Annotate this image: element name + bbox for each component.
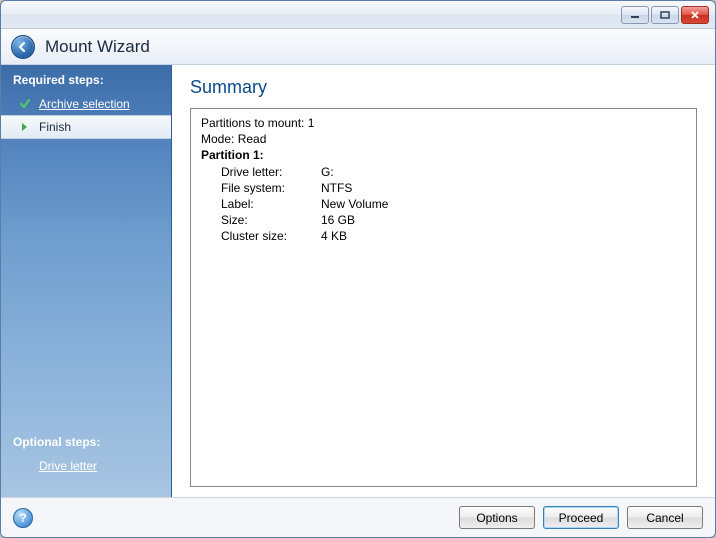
footer: ? Options Proceed Cancel — [1, 497, 715, 537]
step-drive-letter[interactable]: Drive letter — [1, 455, 171, 477]
maximize-button[interactable] — [651, 6, 679, 24]
summary-row: Label:New Volume — [201, 196, 686, 212]
step-label: Archive selection — [39, 97, 130, 111]
back-button[interactable] — [11, 35, 35, 59]
summary-row: Size:16 GB — [201, 212, 686, 228]
arrow-left-icon — [16, 40, 30, 54]
minimize-button[interactable] — [621, 6, 649, 24]
cancel-button[interactable]: Cancel — [627, 506, 703, 529]
proceed-button[interactable]: Proceed — [543, 506, 619, 529]
summary-row: Drive letter:G: — [201, 164, 686, 180]
summary-row: Cluster size:4 KB — [201, 228, 686, 244]
sidebar: Required steps: Archive selection Finish… — [1, 65, 172, 497]
wizard-window: Mount Wizard Required steps: Archive sel… — [0, 0, 716, 538]
header: Mount Wizard — [1, 29, 715, 65]
arrow-right-icon — [19, 121, 31, 133]
step-finish[interactable]: Finish — [1, 115, 171, 139]
titlebar — [1, 1, 715, 29]
required-steps-heading: Required steps: — [1, 65, 171, 93]
spacer-icon — [19, 460, 31, 472]
help-icon: ? — [19, 511, 26, 525]
summary-row: File system:NTFS — [201, 180, 686, 196]
summary-line: Mode: Read — [201, 131, 686, 147]
partition-header: Partition 1: — [201, 147, 686, 163]
help-button[interactable]: ? — [13, 508, 33, 528]
main-panel: Summary Partitions to mount: 1 Mode: Rea… — [172, 65, 715, 497]
summary-title: Summary — [190, 77, 697, 98]
step-label: Drive letter — [39, 459, 97, 473]
summary-line: Partitions to mount: 1 — [201, 115, 686, 131]
body: Required steps: Archive selection Finish… — [1, 65, 715, 497]
step-label: Finish — [39, 120, 71, 134]
close-button[interactable] — [681, 6, 709, 24]
optional-steps-heading: Optional steps: — [1, 427, 171, 455]
page-title: Mount Wizard — [45, 37, 150, 57]
check-icon — [19, 98, 31, 110]
summary-box: Partitions to mount: 1 Mode: Read Partit… — [190, 108, 697, 487]
options-button[interactable]: Options — [459, 506, 535, 529]
step-archive-selection[interactable]: Archive selection — [1, 93, 171, 115]
